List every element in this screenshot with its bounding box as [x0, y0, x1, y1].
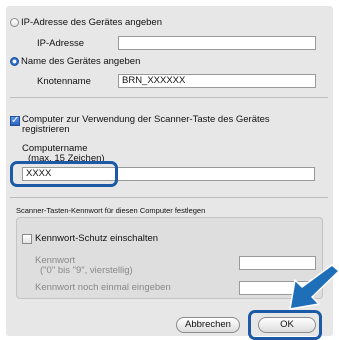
- ip-address-radio-label[interactable]: IP-Adresse des Gerätes angeben: [21, 17, 162, 28]
- cancel-button[interactable]: Abbrechen: [176, 317, 240, 333]
- password-group-title: Scanner-Tasten-Kennwort für diesen Compu…: [16, 206, 206, 215]
- password-input[interactable]: [239, 256, 316, 270]
- password-group-box: Kennwort-Schutz einschalten Kennwort ("0…: [16, 217, 323, 299]
- node-name-field-label: Knotenname: [37, 76, 91, 87]
- register-computer-label-line2[interactable]: registrieren: [22, 124, 70, 135]
- node-name-radio-label[interactable]: Name des Gerätes angeben: [21, 56, 140, 67]
- ip-address-input[interactable]: [118, 36, 316, 50]
- ok-button-highlight: [248, 310, 322, 340]
- password-hint: ("0" bis "9", vierstellig): [40, 265, 133, 276]
- password-protection-checkbox[interactable]: [22, 234, 32, 244]
- password-confirm-label: Kennwort noch einmal eingeben: [35, 282, 171, 293]
- dialog: IP-Adresse des Gerätes angeben IP-Adress…: [6, 6, 333, 340]
- ip-address-radio[interactable]: [10, 18, 19, 27]
- password-protection-label[interactable]: Kennwort-Schutz einschalten: [35, 233, 158, 244]
- separator: [10, 97, 328, 98]
- node-name-radio[interactable]: [10, 57, 19, 66]
- password-confirm-input[interactable]: [239, 281, 316, 295]
- computer-name-highlight: [10, 161, 118, 187]
- ip-address-field-label: IP-Adresse: [37, 38, 84, 49]
- separator: [10, 197, 328, 198]
- node-name-input[interactable]: BRN_XXXXXX: [118, 74, 316, 88]
- register-computer-checkbox[interactable]: ✓: [10, 116, 20, 126]
